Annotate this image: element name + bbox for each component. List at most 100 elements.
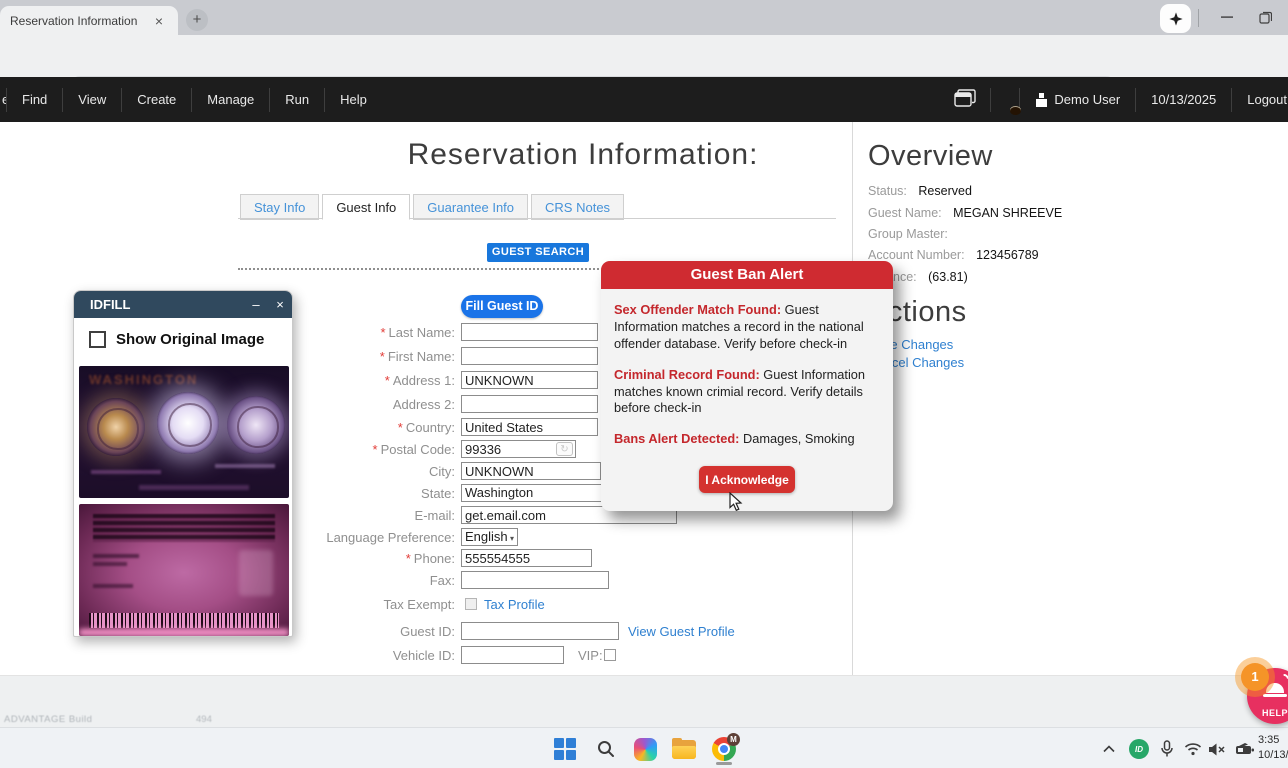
- taskbar-search-button[interactable]: [593, 736, 619, 762]
- vehicle-id-label: Vehicle ID:: [392, 648, 455, 663]
- chrome-taskbar-button[interactable]: M: [711, 733, 740, 762]
- tab-guest-info[interactable]: Guest Info: [322, 194, 411, 220]
- state-label: State:: [421, 486, 455, 501]
- tray-wifi-button[interactable]: [1180, 736, 1206, 762]
- pen-battery-icon: [1236, 743, 1254, 754]
- chrome-icon: M: [712, 733, 740, 761]
- help-notification-badge[interactable]: 1: [1241, 663, 1269, 691]
- idfill-minimize-button[interactable]: –: [244, 297, 268, 312]
- logout-button[interactable]: Logout: [1232, 92, 1288, 107]
- idfill-titlebar[interactable]: IDFILL – ×: [74, 291, 292, 318]
- account-number-value: 123456789: [976, 248, 1039, 262]
- city-input[interactable]: [461, 462, 601, 480]
- guest-search-button[interactable]: GUEST SEARCH: [487, 243, 589, 262]
- vip-checkbox[interactable]: [604, 649, 616, 661]
- account-number-label: Account Number:: [868, 248, 965, 262]
- tray-pen-battery-button[interactable]: [1232, 736, 1258, 762]
- window-restore-button[interactable]: [1250, 0, 1280, 34]
- active-app-indicator: [716, 762, 732, 765]
- menu-item-help[interactable]: Help: [325, 92, 382, 107]
- minimize-icon: [1221, 16, 1233, 18]
- required-marker: *: [405, 551, 411, 566]
- address2-input[interactable]: [461, 395, 598, 413]
- phone-input[interactable]: [461, 549, 592, 567]
- fill-guest-id-button[interactable]: Fill Guest ID: [461, 295, 543, 318]
- language-select[interactable]: English ▾: [461, 528, 518, 546]
- view-guest-profile-link[interactable]: View Guest Profile: [628, 624, 735, 639]
- phone-label: Phone:: [413, 551, 455, 566]
- tab-crs-notes[interactable]: CRS Notes: [531, 194, 625, 220]
- tray-microphone-button[interactable]: [1154, 736, 1180, 762]
- first-name-input[interactable]: [461, 347, 598, 365]
- copilot-button[interactable]: [632, 736, 658, 762]
- file-explorer-button[interactable]: [671, 736, 697, 762]
- window-minimize-button[interactable]: [1212, 0, 1242, 34]
- tax-exempt-checkbox[interactable]: [465, 598, 477, 610]
- browser-sparkle-button[interactable]: [1160, 4, 1191, 33]
- start-button[interactable]: [552, 736, 578, 762]
- folder-icon: [672, 737, 696, 759]
- overview-guest-name-row: Guest Name: MEGAN SHREEVE: [868, 206, 1062, 220]
- tray-clock[interactable]: 3:35 10/13/2025: [1258, 733, 1288, 763]
- uv-seal-left: [87, 398, 145, 456]
- browser-tab-strip: Reservation Information × +: [0, 0, 1288, 35]
- user-name: Demo User: [1054, 92, 1121, 107]
- menu-item-view[interactable]: View: [63, 92, 121, 107]
- build-text: ADVANTAGE Build: [4, 714, 93, 725]
- mouse-cursor: [729, 491, 743, 517]
- reservation-tabs: Stay Info Guest Info Guarantee Info CRS …: [240, 194, 627, 220]
- browser-tab[interactable]: Reservation Information ×: [0, 6, 178, 35]
- guest-ban-alert-modal: Guest Ban Alert Sex Offender Match Found…: [601, 261, 893, 512]
- tax-profile-link[interactable]: Tax Profile: [484, 597, 545, 612]
- tab-close-icon[interactable]: ×: [150, 13, 168, 29]
- screen: Reservation Information × + → ↻ ☆ ID: [0, 0, 1288, 768]
- acknowledge-button[interactable]: I Acknowledge: [699, 466, 795, 494]
- postal-refresh-icon[interactable]: ↻: [556, 442, 573, 456]
- vehicle-id-input[interactable]: [461, 646, 564, 664]
- overview-heading: Overview: [868, 140, 993, 172]
- vip-label: VIP:: [578, 648, 603, 663]
- country-input[interactable]: [461, 418, 598, 436]
- idfill-window: IDFILL – × Show Original Image WASHINGTO…: [73, 290, 293, 637]
- guest-name-value: MEGAN SHREEVE: [953, 206, 1063, 220]
- divider: [990, 87, 992, 112]
- wifi-icon: [1184, 743, 1202, 756]
- tray-chevron-button[interactable]: [1096, 736, 1122, 762]
- menu-item-create[interactable]: Create: [122, 92, 191, 107]
- tab-guarantee-info[interactable]: Guarantee Info: [413, 194, 529, 220]
- show-original-image-checkbox[interactable]: [89, 331, 106, 348]
- browser-tab-title: Reservation Information: [10, 13, 138, 28]
- app-menu-bar: e Find View Create Manage Run Help Demo …: [0, 77, 1288, 122]
- search-icon: [598, 741, 614, 757]
- menu-item-run[interactable]: Run: [270, 92, 324, 107]
- tray-date: 10/13/2025: [1258, 748, 1288, 761]
- last-name-label: Last Name:: [388, 325, 455, 340]
- chrome-profile-badge: M: [727, 733, 740, 746]
- id-scan-back-image: [79, 504, 289, 636]
- user-menu[interactable]: Demo User: [1020, 92, 1135, 107]
- id-barcode: [89, 613, 279, 628]
- menu-item-find[interactable]: Find: [7, 92, 62, 107]
- menu-item-manage[interactable]: Manage: [192, 92, 269, 107]
- bans-alert: Bans Alert Detected: Damages, Smoking: [614, 431, 855, 447]
- group-master-label: Group Master:: [868, 227, 948, 241]
- windows-stack-button[interactable]: [954, 89, 977, 110]
- guest-id-input[interactable]: [461, 622, 619, 640]
- sex-offender-alert: Sex Offender Match Found: Guest Informat…: [614, 302, 864, 351]
- idfill-close-button[interactable]: ×: [268, 297, 292, 312]
- address1-label: Address 1:: [392, 373, 455, 388]
- tab-stay-info[interactable]: Stay Info: [240, 194, 320, 220]
- address2-label: Address 2:: [392, 397, 455, 412]
- balance-value: (63.81): [928, 270, 968, 284]
- show-original-image-row: Show Original Image: [89, 331, 264, 348]
- tray-id-app-button[interactable]: ID: [1126, 736, 1152, 762]
- last-name-input[interactable]: [461, 323, 598, 341]
- address1-input[interactable]: [461, 371, 598, 389]
- tray-volume-button[interactable]: [1204, 736, 1230, 762]
- postal-code-label: Postal Code:: [380, 442, 455, 457]
- fax-input[interactable]: [461, 571, 609, 589]
- new-tab-button[interactable]: +: [186, 9, 208, 31]
- sparkle-icon: [1168, 11, 1183, 26]
- guest-name-label: Guest Name:: [868, 206, 942, 220]
- modal-body: Sex Offender Match Found: Guest Informat…: [601, 289, 893, 511]
